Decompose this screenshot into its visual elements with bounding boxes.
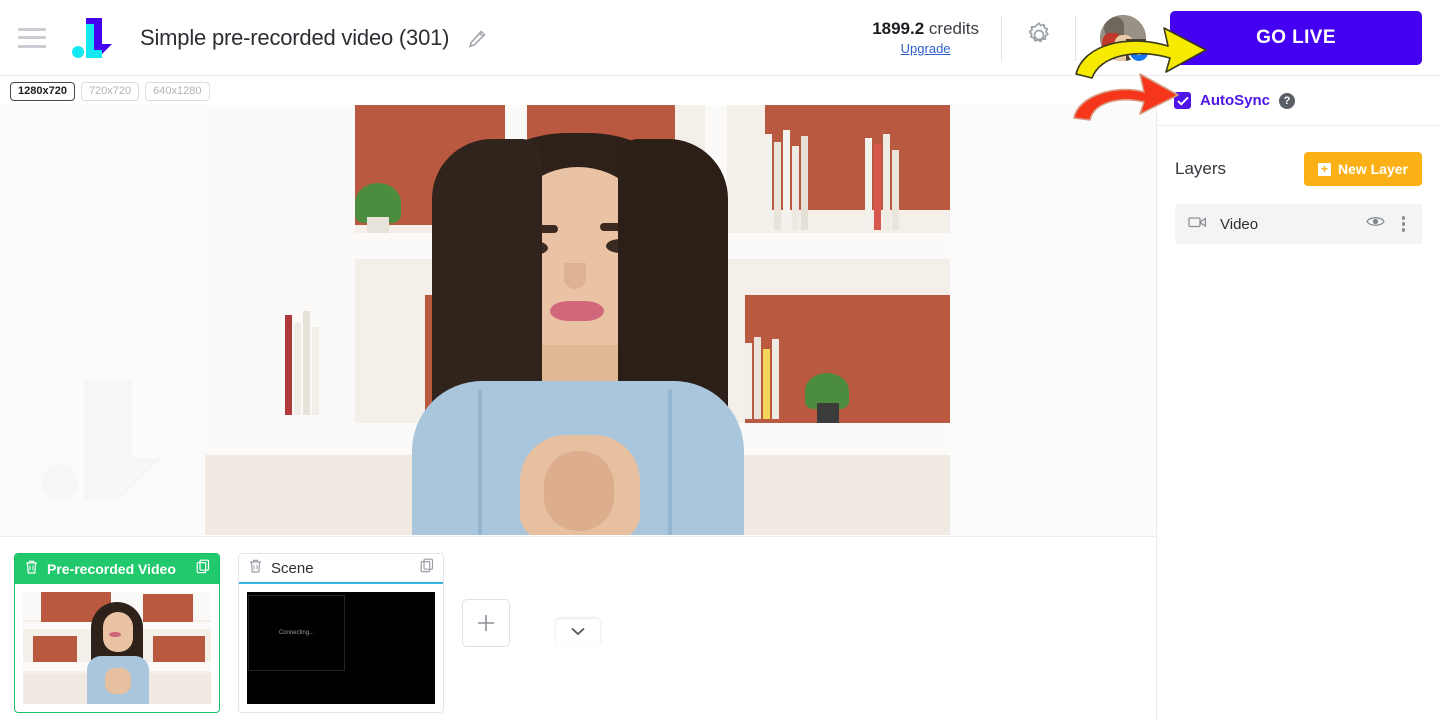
avatar[interactable]: f [1100,14,1150,63]
hamburger-menu-icon[interactable] [18,27,46,48]
layers-title: Layers [1175,159,1227,178]
question-mark-icon[interactable]: ? [1279,92,1296,109]
scene-card-scene[interactable]: Scene Connecting... [238,553,444,713]
upgrade-link[interactable]: Upgrade [872,41,979,56]
scene-card-title: Scene [271,559,314,577]
page-title: Simple pre-recorded video (301) [140,25,487,51]
credits-display: 1899.2 credits Upgrade [872,14,1002,61]
layer-name: Video [1220,215,1259,233]
pencil-edit-icon[interactable] [467,29,487,49]
eye-icon[interactable] [1365,215,1385,233]
trash-icon[interactable] [248,558,263,579]
autosync-label: AutoSync [1200,92,1271,109]
layer-row-video[interactable]: Video [1175,204,1422,244]
plus-icon: + [1317,162,1331,176]
add-scene-button[interactable] [462,599,510,647]
resolution-button-640x1280[interactable]: 640x1280 [145,81,210,101]
autosync-checkbox[interactable] [1174,92,1191,109]
new-layer-label: New Layer [1337,161,1408,177]
right-sidebar: AutoSync ? Layers + New Layer Video [1157,76,1440,720]
scene-thumbnail [23,592,211,704]
scene-card-header: Pre-recorded Video [15,554,219,584]
scene-card-pre-recorded-video[interactable]: Pre-recorded Video [14,553,220,713]
resolution-button-720x720[interactable]: 720x720 [80,81,140,101]
canvas-area [0,105,1157,645]
canvas-watermark [30,365,180,515]
app-root: Simple pre-recorded video (301) 1899.2 c… [0,0,1440,720]
scene-thumbnail-inner-frame: Connecting... [248,595,345,671]
credits-label: credits [928,19,979,38]
header-right-cluster: 1899.2 credits Upgrade f GO LIVE [872,0,1440,76]
connecting-status-text: Connecting... [278,630,315,636]
scene-card-header: Scene [239,554,443,584]
video-preview[interactable] [205,105,950,535]
autosync-row: AutoSync ? [1157,76,1440,126]
copy-icon[interactable] [420,558,434,578]
resolution-toolbar: 1280x720 720x720 640x1280 [0,77,1157,105]
scene-thumbnail: Connecting... [247,592,435,704]
app-logo-icon[interactable] [68,14,118,62]
settings-button[interactable] [1002,14,1076,61]
credits-line: 1899.2 credits [872,19,979,39]
trash-icon[interactable] [24,559,39,580]
collapse-preview-button[interactable] [556,619,600,645]
go-live-button[interactable]: GO LIVE [1170,10,1422,65]
copy-icon[interactable] [196,559,210,579]
credits-value: 1899.2 [872,19,925,38]
resolution-button-1280x720[interactable]: 1280x720 [10,81,75,101]
new-layer-button[interactable]: + New Layer [1303,152,1422,186]
scene-card-title: Pre-recorded Video [47,561,176,577]
video-camera-icon [1188,215,1207,234]
facebook-badge: f [1128,40,1150,63]
kebab-menu-icon[interactable] [1398,214,1410,234]
app-header: Simple pre-recorded video (301) 1899.2 c… [0,0,1440,76]
chevron-down-icon [571,623,585,641]
layers-header: Layers + New Layer [1157,126,1440,186]
gear-icon [1024,20,1054,55]
preview-subject [368,105,788,535]
project-title-text: Simple pre-recorded video (301) [140,24,450,50]
